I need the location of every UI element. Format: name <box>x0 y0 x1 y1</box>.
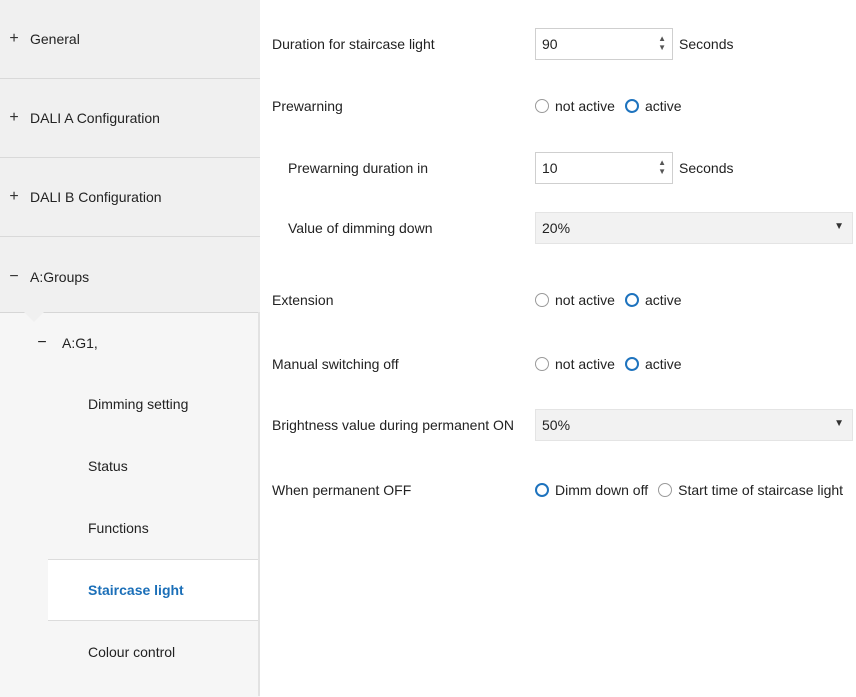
radio-label: active <box>644 356 682 372</box>
sidebar-item-general[interactable]: + General <box>0 0 260 79</box>
manual-off-radio-group: not active active <box>535 356 692 372</box>
radio-unchecked-icon[interactable] <box>535 357 549 371</box>
extension-radio-group: not active active <box>535 292 692 308</box>
expand-icon[interactable]: + <box>0 188 28 206</box>
sidebar-item-label: General <box>30 31 80 47</box>
stepper-arrows[interactable]: ▲ ▼ <box>658 34 666 52</box>
arrow-down-icon[interactable]: ▼ <box>658 43 666 52</box>
radio-checked-icon[interactable] <box>624 99 639 113</box>
sidebar-item-a-g1[interactable]: − A:G1, <box>0 313 260 373</box>
duration-stepper[interactable]: 90 ▲ ▼ <box>535 28 673 60</box>
setting-label: Prewarning <box>272 98 343 114</box>
stepper-value: 10 <box>542 160 558 176</box>
sidebar-item-label: A:Groups <box>30 268 90 285</box>
setting-row-prewarning: Prewarning not active active <box>260 86 856 126</box>
dimming-down-control: 20% ▼ <box>535 212 853 244</box>
setting-label: Extension <box>272 292 334 308</box>
arrow-down-icon[interactable]: ▼ <box>658 167 666 176</box>
sidebar-item-label: Status <box>88 458 128 474</box>
radio-unchecked-icon[interactable] <box>658 483 673 497</box>
sidebar-item-label: Staircase light <box>88 582 184 598</box>
setting-row-dimming-down: Value of dimming down 20% ▼ <box>260 208 856 248</box>
radio-start-time[interactable]: Start time of staircase light <box>658 482 843 498</box>
radio-not-active[interactable]: not active <box>535 356 615 372</box>
sidebar-item-label: A:G1, <box>62 335 98 351</box>
radio-label: not active <box>555 356 615 372</box>
navigation-sidebar: + General + DALI A Configuration + DALI … <box>0 0 260 697</box>
setting-row-permanent-off: When permanent OFF Dimm down off Start t… <box>260 470 856 510</box>
unit-label: Seconds <box>679 36 734 52</box>
setting-label: When permanent OFF <box>272 482 412 498</box>
select-value: 20% <box>542 220 571 236</box>
sidebar-item-label: DALI B Configuration <box>30 189 162 205</box>
setting-row-duration: Duration for staircase light 90 ▲ ▼ Seco… <box>260 24 856 64</box>
radio-label: Dimm down off <box>555 482 649 498</box>
radio-label: not active <box>555 98 615 114</box>
expand-icon[interactable]: + <box>0 109 28 127</box>
setting-label: Duration for staircase light <box>272 36 435 52</box>
panel-notch <box>24 312 44 322</box>
sidebar-item-label: Colour control <box>88 644 176 660</box>
setting-label: Brightness value during permanent ON <box>272 417 515 433</box>
unit-label: Seconds <box>679 160 734 176</box>
prewarning-radio-group: not active active <box>535 98 692 114</box>
stepper-value: 90 <box>542 36 558 52</box>
sidebar-item-dali-b-configuration[interactable]: + DALI B Configuration <box>0 158 260 237</box>
radio-not-active[interactable]: not active <box>535 98 615 114</box>
permanent-off-radio-group: Dimm down off Start time of staircase li… <box>535 482 853 498</box>
collapse-icon[interactable]: − <box>0 268 28 286</box>
setting-row-extension: Extension not active active <box>260 280 856 320</box>
sidebar-item-staircase-light[interactable]: Staircase light <box>48 559 260 621</box>
chevron-down-icon[interactable]: ▼ <box>834 221 844 232</box>
setting-row-manual-off: Manual switching off not active active <box>260 344 856 384</box>
prewarning-duration-stepper[interactable]: 10 ▲ ▼ <box>535 152 673 184</box>
settings-panel: Duration for staircase light 90 ▲ ▼ Seco… <box>260 0 856 696</box>
radio-active[interactable]: active <box>624 356 682 372</box>
dimming-down-select[interactable]: 20% ▼ <box>535 212 853 244</box>
radio-label: not active <box>555 292 615 308</box>
setting-row-prewarning-duration: Prewarning duration in 10 ▲ ▼ Seconds <box>260 148 856 188</box>
radio-label: Start time of staircase light <box>678 482 844 498</box>
sidebar-item-dali-a-configuration[interactable]: + DALI A Configuration <box>0 79 260 158</box>
select-value: 50% <box>542 417 571 433</box>
chevron-down-icon[interactable]: ▼ <box>834 418 844 429</box>
sidebar-item-colour-control[interactable]: Colour control <box>0 621 260 683</box>
sidebar-item-status[interactable]: Status <box>0 435 260 497</box>
sidebar-item-label: DALI A Configuration <box>30 110 160 126</box>
radio-unchecked-icon[interactable] <box>535 293 549 307</box>
setting-label: Manual switching off <box>272 356 399 372</box>
setting-row-brightness: Brightness value during permanent ON 50%… <box>260 405 856 445</box>
sidebar-item-label: Functions <box>88 520 149 536</box>
radio-label: active <box>644 292 682 308</box>
sidebar-item-dimming-setting[interactable]: Dimming setting <box>0 373 260 435</box>
radio-not-active[interactable]: not active <box>535 292 615 308</box>
setting-label: Prewarning duration in <box>288 160 429 176</box>
stepper-arrows[interactable]: ▲ ▼ <box>658 158 666 176</box>
radio-checked-icon[interactable] <box>624 357 639 371</box>
radio-label: active <box>644 98 682 114</box>
groups-subpanel: − A:G1, Dimming setting Status Functions… <box>0 312 260 697</box>
setting-label: Value of dimming down <box>288 220 433 236</box>
arrow-up-icon[interactable]: ▲ <box>658 158 666 167</box>
radio-checked-icon[interactable] <box>624 293 639 307</box>
sidebar-item-label: Dimming setting <box>88 396 189 412</box>
radio-unchecked-icon[interactable] <box>535 99 549 113</box>
radio-dimm-down-off[interactable]: Dimm down off <box>535 482 648 498</box>
expand-icon[interactable]: + <box>0 30 28 48</box>
duration-control: 90 ▲ ▼ Seconds <box>535 28 733 60</box>
arrow-up-icon[interactable]: ▲ <box>658 34 666 43</box>
brightness-control: 50% ▼ <box>535 409 853 441</box>
prewarning-duration-control: 10 ▲ ▼ Seconds <box>535 152 733 184</box>
collapse-icon[interactable]: − <box>34 334 50 352</box>
radio-active[interactable]: active <box>624 98 682 114</box>
radio-checked-icon[interactable] <box>535 483 549 497</box>
brightness-select[interactable]: 50% ▼ <box>535 409 853 441</box>
sidebar-item-a-groups[interactable]: − A:Groups <box>0 237 260 316</box>
sidebar-item-functions[interactable]: Functions <box>0 497 260 559</box>
radio-active[interactable]: active <box>624 292 682 308</box>
